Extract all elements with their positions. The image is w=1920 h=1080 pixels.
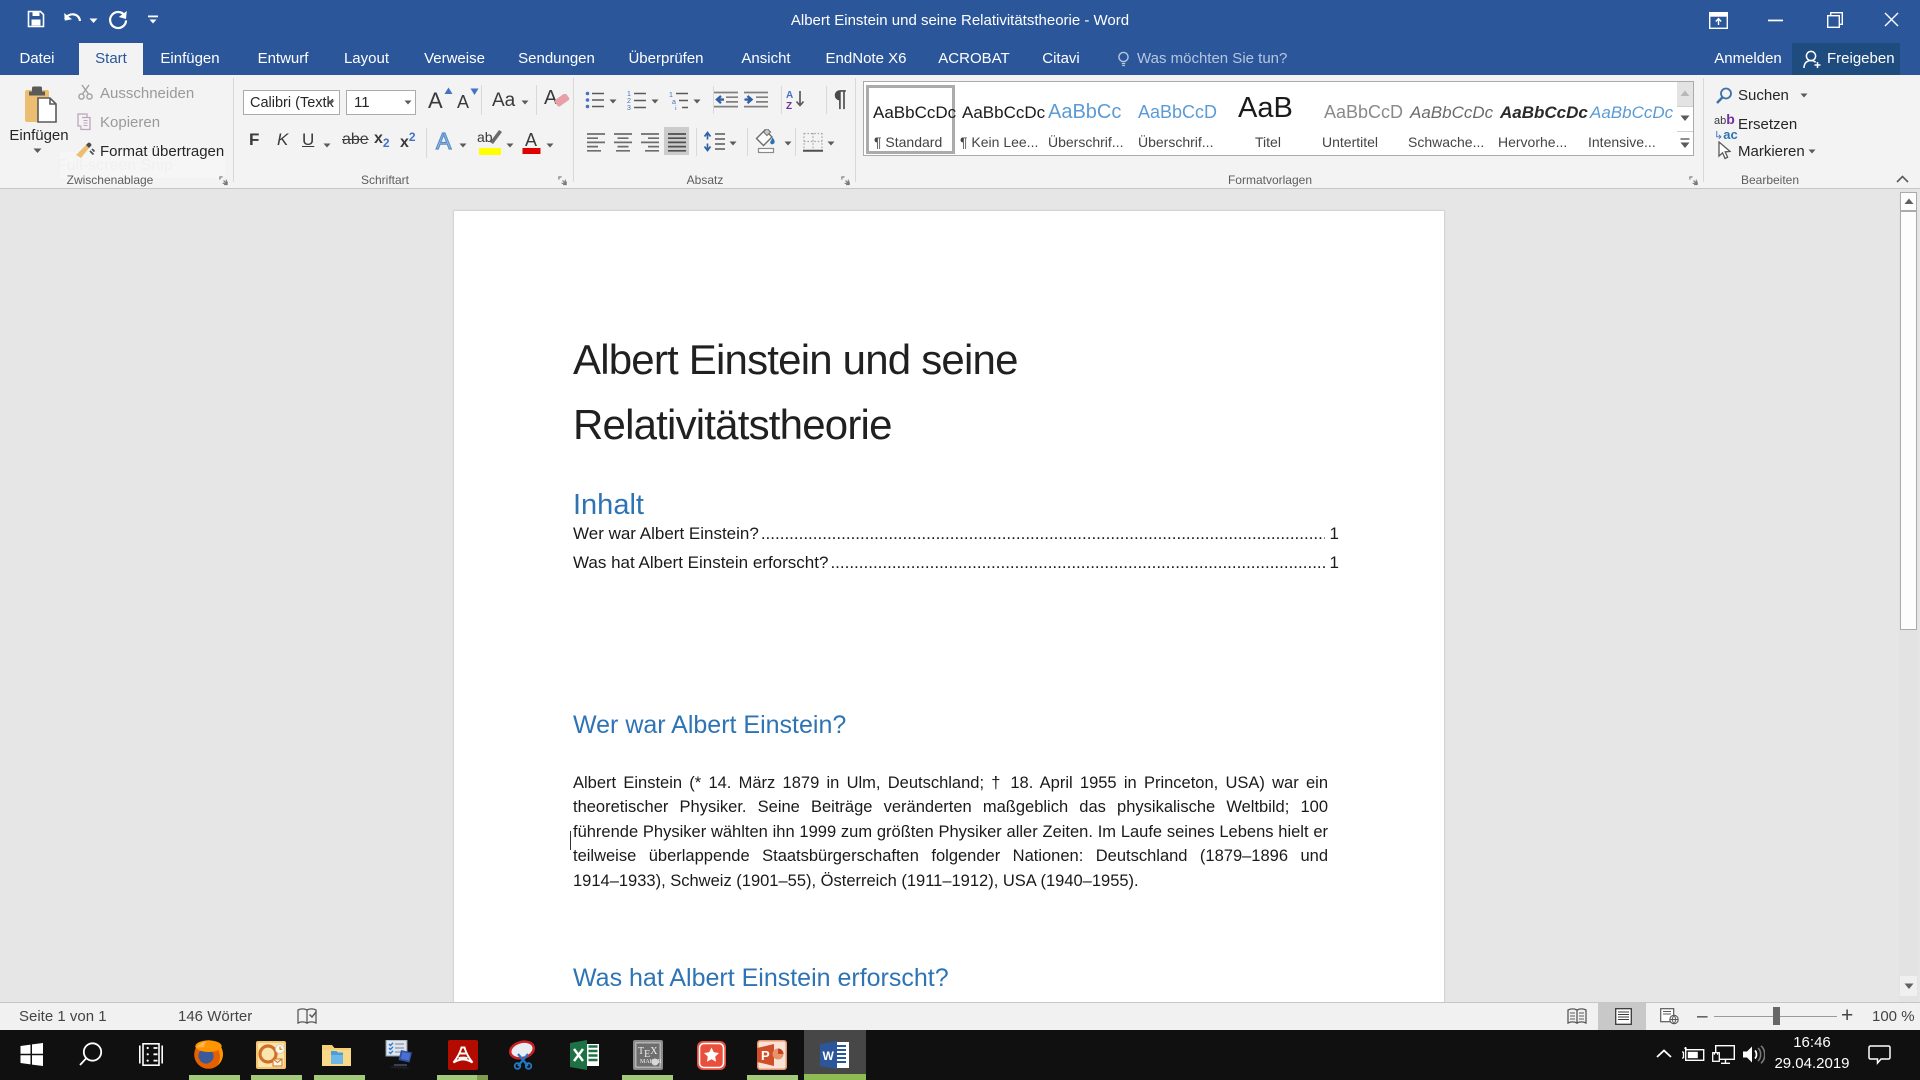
svg-text:i: i [675,106,677,110]
svg-text:W: W [823,1049,835,1063]
svg-text:3: 3 [627,105,631,110]
svg-text:2: 2 [627,98,631,105]
svg-text:1: 1 [669,92,673,99]
svg-text:1: 1 [627,91,631,98]
svg-text:A: A [786,90,793,101]
svg-text:P: P [761,1048,770,1063]
svg-text:Z: Z [786,101,792,110]
svg-text:a: a [672,99,676,106]
